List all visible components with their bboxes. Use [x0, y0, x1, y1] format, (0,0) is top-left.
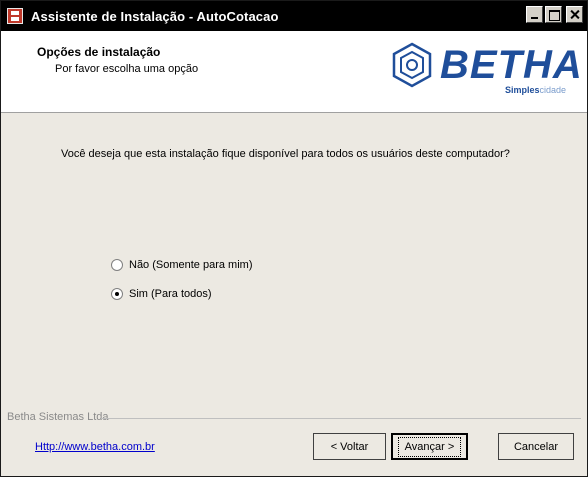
next-button[interactable]: Avançar >	[391, 433, 468, 460]
footer-divider	[101, 418, 581, 419]
page-subtitle: Por favor escolha uma opção	[55, 63, 199, 75]
next-button-label: Avançar >	[397, 436, 462, 457]
company-name: Betha Sistemas Ltda	[7, 411, 109, 423]
back-button[interactable]: < Voltar	[313, 433, 386, 460]
radio-option-everyone[interactable]: Sim (Para todos)	[111, 288, 212, 300]
logo-tagline-light: cidade	[539, 85, 566, 95]
radio-label: Não (Somente para mim)	[129, 259, 253, 271]
window-title: Assistente de Instalação - AutoCotacao	[31, 8, 279, 24]
website-link[interactable]: Http://www.betha.com.br	[35, 441, 155, 453]
wizard-header: Opções de instalação Por favor escolha u…	[1, 31, 587, 113]
install-scope-question: Você deseja que esta instalação fique di…	[61, 148, 510, 160]
maximize-icon[interactable]	[545, 6, 562, 23]
logo-tagline: Simplescidade	[505, 85, 566, 95]
window-controls	[526, 6, 583, 23]
radio-button-unchecked[interactable]	[111, 259, 123, 271]
installer-window: Assistente de Instalação - AutoCotacao O…	[0, 0, 588, 477]
minimize-icon[interactable]	[526, 6, 543, 23]
installer-app-icon	[7, 8, 23, 24]
close-icon[interactable]	[566, 6, 583, 23]
cancel-button[interactable]: Cancelar	[498, 433, 574, 460]
radio-button-checked[interactable]	[111, 288, 123, 300]
title-bar[interactable]: Assistente de Instalação - AutoCotacao	[1, 1, 587, 31]
page-title: Opções de instalação	[37, 45, 161, 59]
logo-wordmark: BETHA	[440, 43, 583, 87]
betha-hexagon-icon	[392, 42, 432, 88]
radio-label: Sim (Para todos)	[129, 288, 212, 300]
betha-logo: BETHA Simplescidade	[386, 39, 582, 99]
logo-tagline-strong: Simples	[504, 85, 540, 95]
radio-option-just-me[interactable]: Não (Somente para mim)	[111, 259, 253, 271]
